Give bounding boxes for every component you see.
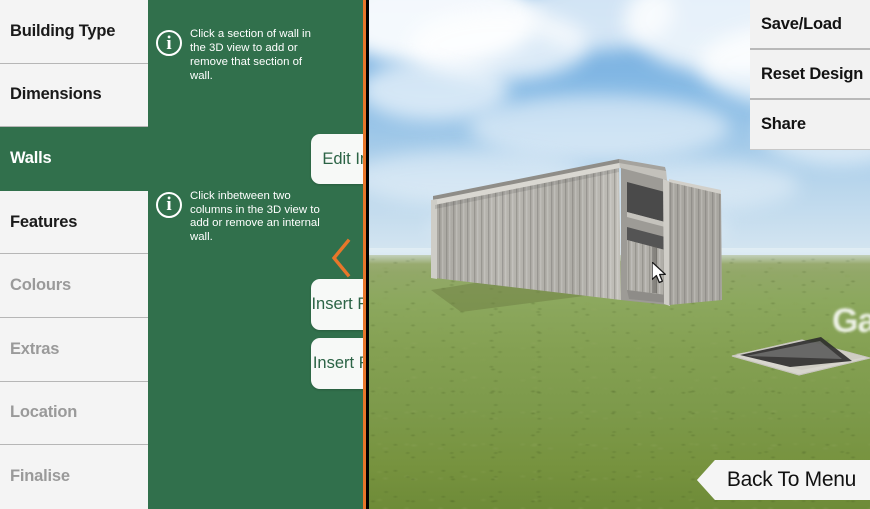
info-icon: i <box>156 30 182 56</box>
sidebar-item-dimensions[interactable]: Dimensions <box>0 63 148 128</box>
menu-item-save-load[interactable]: Save/Load <box>750 0 870 50</box>
sidebar-item-finalise[interactable]: Finalise <box>0 445 148 509</box>
info-hint-internal-wall: i Click inbetween two columns in the 3D … <box>148 190 363 246</box>
sidebar-item-label: Extras <box>10 339 60 358</box>
sidebar-item-location[interactable]: Location <box>0 381 148 446</box>
edit-internal-walls-button[interactable]: Edit Internal Walls <box>311 134 363 184</box>
menu-item-reset-design[interactable]: Reset Design <box>750 50 870 100</box>
sidebar-item-label: Features <box>10 212 78 231</box>
insert-front-garaport-button[interactable]: Insert Front Garaport <box>311 279 363 330</box>
shed-designer-app: Ga Building Type Dimensions Walls Featur… <box>0 0 870 509</box>
sidebar-item-label: Location <box>10 403 78 422</box>
back-to-menu-button[interactable]: Back To Menu <box>696 460 870 500</box>
sidebar-item-colours[interactable]: Colours <box>0 254 148 318</box>
sidebar-item-walls[interactable]: Walls <box>0 127 148 191</box>
mouse-pointer-icon <box>652 262 666 284</box>
menu-item-label: Share <box>761 115 806 133</box>
top-right-menu: Save/Load Reset Design Share <box>750 0 870 150</box>
sidebar-item-building-type[interactable]: Building Type <box>0 0 148 64</box>
info-hint-text: Click inbetween two columns in the 3D vi… <box>190 189 320 244</box>
sidebar-item-label: Colours <box>10 276 71 295</box>
insert-rear-garaport-button[interactable]: Insert Rear Garaport <box>311 338 363 389</box>
sidebar-item-label: Walls <box>10 149 52 168</box>
sidebar-item-label: Dimensions <box>10 85 102 104</box>
sidebar-item-features[interactable]: Features <box>0 190 148 255</box>
info-hint-wall-section: i Click a section of wall in the 3D view… <box>148 28 363 84</box>
info-icon: i <box>156 191 182 218</box>
chevron-left-icon[interactable] <box>330 238 352 278</box>
sidebar-item-label: Building Type <box>10 21 116 40</box>
sidebar-nav: Building Type Dimensions Walls Features … <box>0 0 148 509</box>
menu-item-label: Reset Design <box>761 64 864 83</box>
sidebar-item-label: Finalise <box>10 467 70 486</box>
back-to-menu-label: Back To Menu <box>726 468 856 491</box>
info-hint-text: Click a section of wall in the 3D view t… <box>190 28 311 82</box>
sidebar-item-extras[interactable]: Extras <box>0 317 148 382</box>
menu-item-label: Save/Load <box>761 14 842 33</box>
menu-item-share[interactable]: Share <box>750 100 870 150</box>
